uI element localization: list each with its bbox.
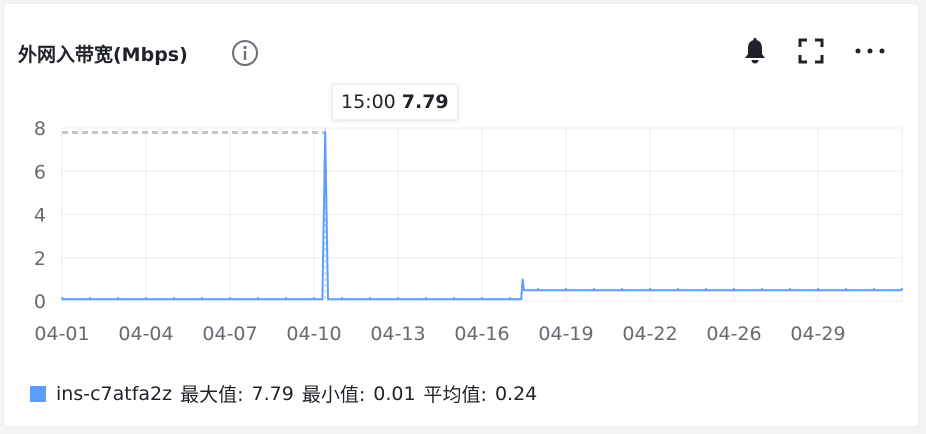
series-point xyxy=(144,297,148,300)
series-point xyxy=(620,287,624,291)
series-point xyxy=(312,297,316,300)
series-point xyxy=(284,297,288,300)
series-point xyxy=(732,287,736,291)
x-tick-label: 04-29 xyxy=(790,323,845,345)
tooltip-time: 15:00 xyxy=(341,91,396,113)
series-point xyxy=(536,287,540,291)
x-tick-label: 04-04 xyxy=(118,323,173,345)
series-point xyxy=(844,287,848,291)
y-tick-label: 8 xyxy=(34,118,46,140)
chart-tooltip: 15:00 7.79 xyxy=(332,84,458,120)
series-point xyxy=(480,297,484,300)
series-point xyxy=(368,297,372,300)
tooltip-value: 7.79 xyxy=(401,91,449,113)
series-point xyxy=(60,297,64,300)
x-tick-label: 04-19 xyxy=(538,323,593,345)
series-point xyxy=(592,287,596,291)
series-point xyxy=(508,297,512,300)
x-tick-label: 04-10 xyxy=(286,323,341,345)
series-point xyxy=(872,287,876,291)
series-point xyxy=(396,297,400,300)
x-tick-label: 04-07 xyxy=(202,323,257,345)
series-point xyxy=(704,287,708,291)
y-tick-label: 6 xyxy=(34,161,46,183)
line-chart: 0 2 4 6 8 04-01 04-04 04-07 04-10 04-13 04-16 04-19… xyxy=(34,118,904,345)
series-point xyxy=(788,287,792,291)
y-tick-label: 4 xyxy=(34,205,46,227)
series-point xyxy=(424,297,428,300)
series-point xyxy=(760,287,764,291)
x-tick-label: 04-16 xyxy=(454,323,509,345)
series-point xyxy=(564,287,568,291)
x-tick-label: 04-26 xyxy=(706,323,761,345)
series-point xyxy=(340,297,344,300)
series-point xyxy=(452,297,456,300)
series-point xyxy=(172,297,176,300)
series-point xyxy=(116,297,120,300)
x-tick-label: 04-01 xyxy=(34,323,89,345)
y-tick-label: 0 xyxy=(34,291,46,313)
series-point xyxy=(200,297,204,300)
series-point xyxy=(88,297,92,300)
series-point xyxy=(648,287,652,291)
series-point xyxy=(676,287,680,291)
x-tick-label: 04-13 xyxy=(370,323,425,345)
series-point xyxy=(816,287,820,291)
y-tick-label: 2 xyxy=(34,248,46,270)
series-point xyxy=(900,287,904,291)
series-point xyxy=(228,297,232,300)
x-tick-label: 04-22 xyxy=(622,323,677,345)
series-point xyxy=(256,297,260,300)
